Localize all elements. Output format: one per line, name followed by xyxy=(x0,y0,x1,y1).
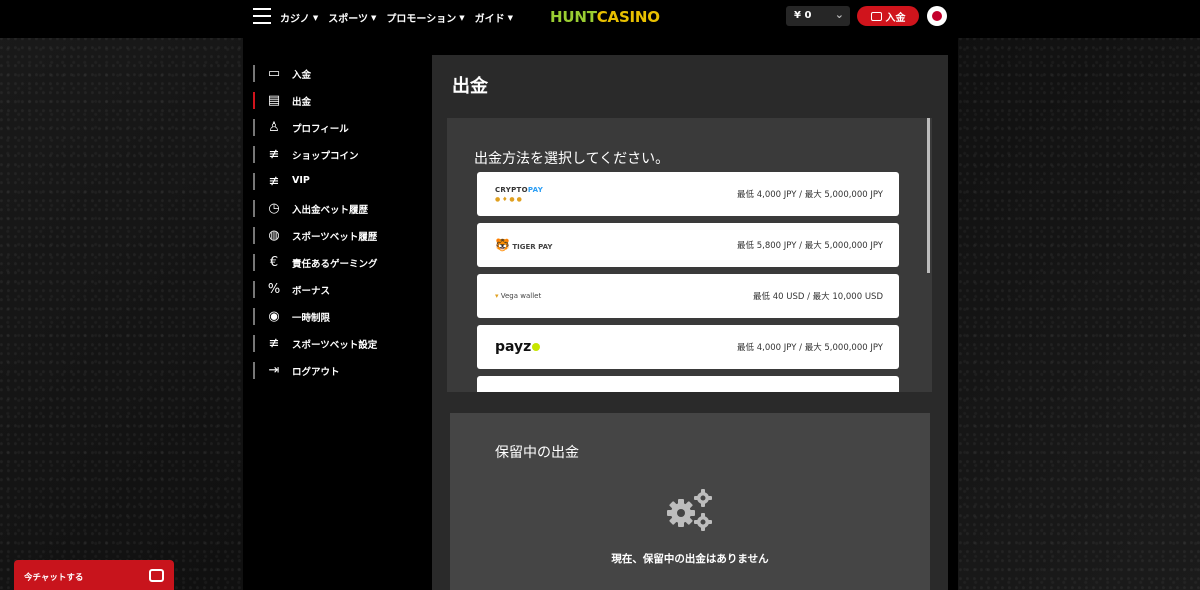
pending-title: 保留中の出金 xyxy=(495,445,579,461)
chevron-down-icon: ▼ xyxy=(459,13,465,22)
chevron-down-icon: ▼ xyxy=(507,13,513,22)
sidebar-item-logout[interactable]: ⇥ ログアウト xyxy=(253,360,423,387)
sidebar-item-label: 一時制限 xyxy=(292,313,331,324)
sidebar-item-sports-settings[interactable]: ≢ スポーツベット設定 xyxy=(253,333,423,360)
main-nav: カジノ ▼ スポーツ ▼ プロモーション ▼ ガイド ▼ xyxy=(280,10,513,26)
nav-guide[interactable]: ガイド ▼ xyxy=(474,10,513,26)
cash-icon: ▭ xyxy=(267,65,281,81)
withdraw-icon: ▤ xyxy=(267,92,281,108)
sidebar-item-label: プロフィール xyxy=(292,124,349,135)
method-vega-wallet[interactable]: ▾ Vega wallet 最低 40 USD / 最大 10,000 USD xyxy=(477,274,899,318)
logo-text: Vega wallet xyxy=(500,292,542,300)
ball-icon: ◍ xyxy=(268,227,280,243)
sidebar-item-shop-coins[interactable]: ≢ ショップコイン xyxy=(253,144,423,171)
wallet-icon xyxy=(870,11,882,21)
sidebar-item-label: 出金 xyxy=(292,97,312,108)
page-title: 出金 xyxy=(452,76,488,97)
logo-text: TIGER PAY xyxy=(512,243,553,251)
cryptopay-logo: CRYPTOPAY ● ♦ ● ● xyxy=(495,185,544,203)
live-chat-button[interactable]: 今チャットする xyxy=(14,560,174,590)
chat-label: 今チャットする xyxy=(24,573,84,583)
payz-logo: payz xyxy=(495,325,541,369)
sidebar-item-deposit[interactable]: ▭ 入金 xyxy=(253,63,423,90)
chevron-down-icon: ▼ xyxy=(371,13,377,22)
sidebar-item-label: 責任あるゲーミング xyxy=(292,259,378,270)
method-range: 最低 40 USD / 最大 10,000 USD xyxy=(753,292,883,302)
chevron-down-icon: ⌄ xyxy=(834,8,844,21)
withdraw-methods-list[interactable]: 出金方法を選択してください。 CRYPTOPAY ● ♦ ● ● 最低 4,000… xyxy=(447,118,932,392)
method-range: 最低 4,000 JPY / 最大 5,000,000 JPY xyxy=(737,190,883,200)
sidebar-item-vip[interactable]: ≢ VIP xyxy=(253,171,423,198)
user-icon: ♙ xyxy=(268,119,280,135)
sidebar-item-label: ボーナス xyxy=(292,286,331,297)
vega-wallet-logo: ▾ Vega wallet xyxy=(495,292,542,300)
menu-icon[interactable] xyxy=(253,8,271,24)
scrollbar[interactable] xyxy=(927,118,930,273)
logo-text: payz xyxy=(495,339,532,355)
sidebar-item-label: VIP xyxy=(292,175,310,186)
methods-heading: 出金方法を選択してください。 xyxy=(474,151,670,167)
sidebar-item-label: ショップコイン xyxy=(292,151,359,162)
sidebar-item-bonus[interactable]: % ボーナス xyxy=(253,279,423,306)
method-range: 最低 4,000 JPY / 最大 5,000,000 JPY xyxy=(737,343,883,353)
sliders-icon: ≢ xyxy=(268,335,280,351)
sidebar-item-profile[interactable]: ♙ プロフィール xyxy=(253,117,423,144)
sidebar-item-withdraw[interactable]: ▤ 出金 xyxy=(253,90,423,117)
logo-text: CRYPTO xyxy=(495,185,528,194)
sidebar-item-label: 入出金ベット履歴 xyxy=(292,205,369,216)
eye-icon: ◉ xyxy=(268,308,280,324)
nav-label: プロモーション xyxy=(386,14,457,25)
sidebar-item-label: ログアウト xyxy=(292,367,340,378)
sidebar-item-transaction-history[interactable]: ◷ 入出金ベット履歴 xyxy=(253,198,423,225)
sliders-icon: ≢ xyxy=(268,146,280,162)
percent-icon: % xyxy=(267,281,281,297)
logo-casino: CASINO xyxy=(596,8,660,26)
logout-icon: ⇥ xyxy=(268,362,280,378)
nav-promotions[interactable]: プロモーション ▼ xyxy=(386,10,465,26)
method-range: 最低 5,800 JPY / 最大 5,000,000 JPY xyxy=(737,241,883,251)
logo-h: H xyxy=(550,8,563,26)
tigerpay-logo: 🐯 TIGER PAY xyxy=(495,238,553,252)
deposit-button[interactable]: 入金 xyxy=(857,6,919,26)
sidebar-item-time-limit[interactable]: ◉ 一時制限 xyxy=(253,306,423,333)
method-payz[interactable]: payz 最低 4,000 JPY / 最大 5,000,000 JPY xyxy=(477,325,899,369)
logo-text: PAY xyxy=(527,185,544,194)
sidebar-item-sports-history[interactable]: ◍ スポーツベット履歴 xyxy=(253,225,423,252)
withdraw-panel: 出金 出金方法を選択してください。 CRYPTOPAY ● ♦ ● ● 最低 4,… xyxy=(432,55,948,590)
account-sidebar: ▭ 入金 ▤ 出金 ♙ プロフィール ≢ ショップコイン ≢ VIP ◷ 入出金ベット履歴 … xyxy=(253,63,423,387)
method-cryptopay[interactable]: CRYPTOPAY ● ♦ ● ● 最低 4,000 JPY / 最大 5,000… xyxy=(477,172,899,216)
nav-label: スポーツ xyxy=(328,14,369,25)
pending-withdrawals: 保留中の出金 現在、保留中の出金はありません xyxy=(450,413,930,590)
pending-message: 現在、保留中の出金はありません xyxy=(611,553,769,565)
sidebar-item-label: スポーツベット履歴 xyxy=(292,232,378,243)
chat-bubble-icon xyxy=(149,569,164,582)
nav-label: ガイド xyxy=(474,14,505,25)
sidebar-item-responsible-gaming[interactable]: € 責任あるゲーミング xyxy=(253,252,423,279)
euro-circle-icon: € xyxy=(269,254,279,270)
nav-sports[interactable]: スポーツ ▼ xyxy=(328,10,377,26)
logo-unt: UNT xyxy=(562,8,597,26)
balance-value: ¥ 0 xyxy=(794,10,812,21)
gears-icon xyxy=(667,489,712,531)
nav-label: カジノ xyxy=(280,14,310,25)
chevron-down-icon: ▼ xyxy=(312,13,319,22)
method-partial[interactable] xyxy=(477,376,899,392)
top-navbar: カジノ ▼ スポーツ ▼ プロモーション ▼ ガイド ▼ HUNTCASINO ¥ 0 … xyxy=(0,0,1200,38)
sliders-icon: ≢ xyxy=(268,173,280,189)
sidebar-item-label: 入金 xyxy=(292,70,312,81)
sidebar-item-label: スポーツベット設定 xyxy=(292,340,378,351)
currency-selector[interactable]: ¥ 0 ⌄ xyxy=(786,6,850,26)
timer-icon: ◷ xyxy=(268,200,280,216)
language-flag-icon[interactable] xyxy=(927,6,947,26)
deposit-label: 入金 xyxy=(885,12,906,24)
method-tigerpay[interactable]: 🐯 TIGER PAY 最低 5,800 JPY / 最大 5,000,000 … xyxy=(477,223,899,267)
nav-casino[interactable]: カジノ ▼ xyxy=(280,10,319,26)
site-logo[interactable]: HUNTCASINO xyxy=(550,8,660,26)
